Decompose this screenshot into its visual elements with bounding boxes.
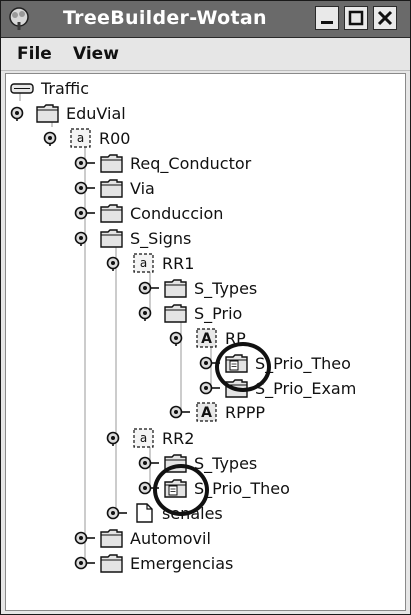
tree-expanded-handle-icon[interactable]	[74, 230, 96, 246]
tree-collapsed-handle-icon[interactable]	[74, 180, 96, 196]
close-icon	[377, 10, 393, 26]
folder-icon	[99, 227, 125, 249]
folder-icon	[163, 302, 189, 324]
tree-node-row[interactable]: a RR1	[106, 251, 194, 275]
tree-node-row[interactable]: a R00	[43, 126, 130, 150]
tree-node-row[interactable]: A RPPP	[169, 400, 265, 424]
app-tree-icon[interactable]	[6, 6, 32, 32]
tree-collapsed-handle-icon[interactable]	[199, 380, 221, 396]
tree-node-label: S_Prio_Exam	[255, 378, 357, 398]
tree-node-row[interactable]: S_Prio	[138, 301, 242, 325]
tree-node-label: S_Types	[194, 453, 258, 473]
tree-panel[interactable]: Traffic EduVial a R00 Req_Conductor Via Conduc…	[5, 73, 406, 611]
attribute-bold-icon: A	[194, 401, 220, 423]
tree-collapsed-handle-icon[interactable]	[74, 155, 96, 171]
tree-node-label: Conduccion	[130, 203, 224, 223]
svg-text:A: A	[201, 405, 212, 421]
title-bar[interactable]: TreeBuilder-Wotan	[1, 1, 410, 38]
tree-node-label: Req_Conductor	[130, 153, 252, 173]
tree-collapsed-handle-icon[interactable]	[74, 555, 96, 571]
tree-node-row[interactable]: S_Signs	[74, 226, 191, 250]
app-window: TreeBuilder-Wotan File View Traffic EduV…	[0, 0, 411, 615]
folder-icon	[99, 202, 125, 224]
tree-node-row[interactable]: EduVial	[10, 101, 126, 125]
folder-icon	[35, 102, 61, 124]
tree-expanded-handle-icon[interactable]	[10, 105, 32, 121]
tree-node-label: EduVial	[66, 103, 126, 123]
attribute-bold-icon: A	[194, 327, 220, 349]
tree-node-label: Traffic	[41, 78, 90, 98]
tree-node-row[interactable]: Emergencias	[74, 551, 233, 575]
folder-icon	[99, 152, 125, 174]
root-node-icon	[10, 77, 36, 99]
tree-node-label: RR1	[162, 253, 195, 273]
tree-node-label: Via	[130, 178, 155, 198]
tree-node-label: S_Prio	[194, 303, 243, 323]
tree-expanded-handle-icon[interactable]	[106, 255, 128, 271]
document-icon	[131, 502, 157, 524]
close-button[interactable]	[373, 6, 397, 30]
folder-icon	[99, 177, 125, 199]
menu-file[interactable]: File	[17, 44, 52, 64]
tree-node-row[interactable]: Conduccion	[74, 201, 223, 225]
attribute-icon: a	[131, 427, 157, 449]
tree-node-row[interactable]: Req_Conductor	[74, 151, 251, 175]
tree-collapsed-handle-icon[interactable]	[138, 280, 160, 296]
tree-collapsed-handle-icon[interactable]	[169, 404, 191, 420]
window-title: TreeBuilder-Wotan	[63, 7, 267, 29]
minimize-icon	[321, 21, 333, 24]
tree-node-label: RR2	[162, 428, 195, 448]
svg-text:a: a	[140, 431, 147, 445]
attribute-icon: a	[68, 127, 94, 149]
tree-node-label: Emergencias	[130, 553, 234, 573]
folder-icon	[163, 277, 189, 299]
tree-collapsed-handle-icon[interactable]	[138, 455, 160, 471]
tree-node-row[interactable]: Via	[74, 176, 155, 200]
tree-node-label: R00	[99, 128, 131, 148]
tree-expanded-handle-icon[interactable]	[169, 330, 191, 346]
tree-collapsed-handle-icon[interactable]	[74, 205, 96, 221]
tree-node-label: RPPP	[225, 402, 266, 422]
tree-node-row[interactable]: Automovil	[74, 526, 211, 550]
highlight-circle	[153, 464, 209, 516]
tree-collapsed-handle-icon[interactable]	[74, 530, 96, 546]
tree-node-row[interactable]: S_Types	[138, 276, 257, 300]
tree-node-row[interactable]: a RR2	[106, 426, 194, 450]
svg-text:a: a	[77, 131, 84, 145]
menu-view[interactable]: View	[73, 44, 119, 64]
tree-node-label: S_Types	[194, 278, 258, 298]
tree-node-label: Automovil	[130, 528, 211, 548]
tree-expanded-handle-icon[interactable]	[106, 430, 128, 446]
attribute-icon: a	[131, 252, 157, 274]
minimize-button[interactable]	[315, 6, 339, 30]
tree-expanded-handle-icon[interactable]	[43, 130, 65, 146]
svg-text:a: a	[140, 256, 147, 270]
tree-collapsed-handle-icon[interactable]	[106, 505, 128, 521]
maximize-icon	[348, 10, 364, 26]
tree-node-label: S_Signs	[130, 228, 192, 248]
tree-expanded-handle-icon[interactable]	[138, 305, 160, 321]
maximize-button[interactable]	[344, 6, 368, 30]
highlight-circle	[215, 342, 271, 392]
folder-icon	[99, 552, 125, 574]
svg-text:A: A	[201, 331, 212, 347]
tree-node-row[interactable]: Traffic	[10, 76, 89, 100]
folder-icon	[99, 527, 125, 549]
menu-bar: File View	[1, 38, 410, 71]
